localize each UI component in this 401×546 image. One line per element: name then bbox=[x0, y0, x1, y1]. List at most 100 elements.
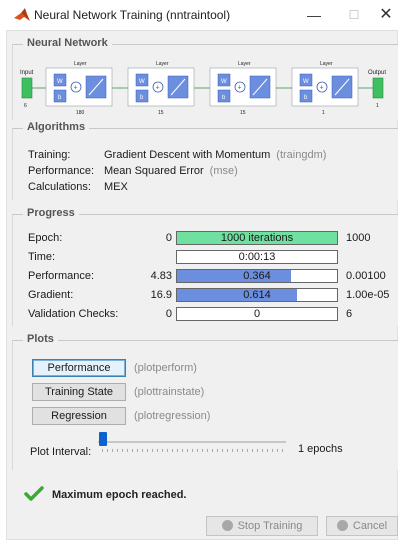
slider-tick bbox=[227, 449, 228, 452]
algorithms-heading: Algorithms bbox=[23, 121, 90, 133]
slider-tick bbox=[277, 449, 278, 452]
network-diagram: Input 6 LayerWb+180LayerWb+15LayerWb+15L… bbox=[20, 61, 386, 116]
plots-heading: Plots bbox=[23, 333, 58, 345]
slider-tick bbox=[107, 449, 108, 452]
sum-symbol: + bbox=[74, 85, 78, 92]
progress-bar-value: 0:00:13 bbox=[238, 251, 276, 263]
plot-regression-button[interactable]: Regression bbox=[32, 407, 126, 425]
layer-size: 15 bbox=[158, 110, 164, 116]
calculations-value-text: MEX bbox=[104, 181, 128, 193]
progress-heading: Progress bbox=[23, 207, 79, 219]
window-title: Neural Network Training (nntraintool) bbox=[34, 8, 231, 22]
plot-performance-button[interactable]: Performance bbox=[32, 359, 126, 377]
progress-row: Gradient: 16.9 0.614 1.00e-05 bbox=[28, 288, 390, 302]
output-block bbox=[372, 77, 384, 99]
input-size: 6 bbox=[24, 103, 27, 109]
layer-size: 1 bbox=[322, 110, 325, 116]
slider-tick bbox=[162, 449, 163, 452]
slider-tick bbox=[247, 449, 248, 452]
progress-bar-value: 0.614 bbox=[243, 289, 271, 301]
slider-tick bbox=[207, 449, 208, 452]
network-layer: LayerWb+180 bbox=[45, 61, 113, 116]
progress-end-value: 6 bbox=[346, 308, 353, 320]
performance-value: Mean Squared Error (mse) bbox=[104, 165, 238, 177]
layer-title: Layer bbox=[238, 61, 251, 67]
slider-tick bbox=[217, 449, 218, 452]
slider-tick bbox=[192, 449, 193, 452]
checkmark-icon bbox=[24, 486, 44, 501]
slider-tick bbox=[127, 449, 128, 452]
network-layer: LayerWb+15 bbox=[127, 61, 195, 116]
slider-tick bbox=[172, 449, 173, 452]
progress-row: Validation Checks: 0 0 6 bbox=[28, 307, 388, 321]
maximize-button[interactable]: ☐ bbox=[338, 4, 370, 26]
slider-tick bbox=[222, 449, 223, 452]
plot-training-state-button[interactable]: Training State bbox=[32, 383, 126, 401]
slider-tick bbox=[272, 449, 273, 452]
plot-performance-fn: (plotperform) bbox=[134, 362, 197, 374]
slider-tick bbox=[102, 449, 103, 452]
close-button[interactable]: ✕ bbox=[370, 4, 401, 26]
progress-label: Validation Checks: bbox=[28, 308, 119, 320]
progress-bar: 0.614 bbox=[176, 288, 338, 302]
progress-row: Epoch: 0 1000 iterations 1000 bbox=[28, 231, 388, 245]
stop-icon bbox=[221, 520, 233, 531]
output-size: 1 bbox=[376, 103, 379, 109]
progress-label: Gradient: bbox=[28, 289, 74, 301]
network-layer: LayerWb+15 bbox=[209, 61, 277, 116]
slider-tick bbox=[152, 449, 153, 452]
progress-bar: 0:00:13 bbox=[176, 250, 338, 264]
layer-title: Layer bbox=[320, 61, 333, 67]
slider-tick bbox=[182, 449, 183, 452]
neural-network-heading: Neural Network bbox=[23, 37, 112, 49]
slider-tick bbox=[267, 449, 268, 452]
slider-tick bbox=[142, 449, 143, 452]
layer-size: 180 bbox=[76, 110, 85, 116]
progress-end-value: 1.00e-05 bbox=[346, 289, 390, 301]
layer-title: Layer bbox=[74, 61, 87, 67]
cancel-label: Cancel bbox=[352, 520, 388, 532]
progress-end-value: 1000 bbox=[346, 232, 371, 244]
progress-row: Performance: 4.83 0.364 0.00100 bbox=[28, 269, 388, 283]
plot-training-state-fn: (plottrainstate) bbox=[134, 386, 205, 398]
status-message: Maximum epoch reached. bbox=[52, 489, 187, 501]
slider-tick bbox=[187, 449, 188, 452]
layer-size: 15 bbox=[240, 110, 246, 116]
slider-tick bbox=[167, 449, 168, 452]
sum-symbol: + bbox=[238, 85, 242, 92]
weight-label: W bbox=[221, 79, 227, 85]
cancel-button[interactable]: Cancel bbox=[326, 516, 398, 536]
weight-label: W bbox=[303, 79, 309, 85]
training-value-text: Gradient Descent with Momentum bbox=[104, 149, 271, 161]
slider-tick bbox=[252, 449, 253, 452]
plot-interval-slider-thumb[interactable] bbox=[99, 432, 107, 446]
plot-interval-label: Plot Interval: bbox=[30, 446, 92, 458]
plot-interval-track[interactable] bbox=[98, 441, 286, 443]
minimize-button[interactable]: — bbox=[298, 4, 330, 26]
calculations-value: MEX bbox=[104, 181, 134, 193]
calculations-key: Calculations: bbox=[28, 181, 91, 193]
progress-row: Time: 0:00:13 bbox=[28, 250, 388, 264]
progress-start-value: 16.9 bbox=[150, 289, 172, 301]
slider-tick bbox=[212, 449, 213, 452]
slider-tick bbox=[232, 449, 233, 452]
slider-tick bbox=[197, 449, 198, 452]
training-fn: (traingdm) bbox=[276, 149, 327, 161]
matlab-logo-icon bbox=[14, 8, 30, 21]
progress-bar-value: 0.364 bbox=[243, 270, 271, 282]
plot-regression-fn: (plotregression) bbox=[134, 410, 211, 422]
slider-tick bbox=[262, 449, 263, 452]
performance-key: Performance: bbox=[28, 165, 95, 177]
stop-training-button[interactable]: Stop Training bbox=[206, 516, 318, 536]
slider-tick bbox=[202, 449, 203, 452]
training-value: Gradient Descent with Momentum (traingdm) bbox=[104, 149, 326, 161]
input-label: Input bbox=[20, 70, 34, 76]
performance-value-text: Mean Squared Error bbox=[104, 165, 204, 177]
slider-tick bbox=[257, 449, 258, 452]
progress-label: Performance: bbox=[28, 270, 95, 282]
progress-bar: 0 bbox=[176, 307, 338, 321]
slider-tick bbox=[137, 449, 138, 452]
progress-start-value: 0 bbox=[165, 308, 172, 320]
slider-tick bbox=[147, 449, 148, 452]
cancel-icon bbox=[336, 520, 348, 531]
